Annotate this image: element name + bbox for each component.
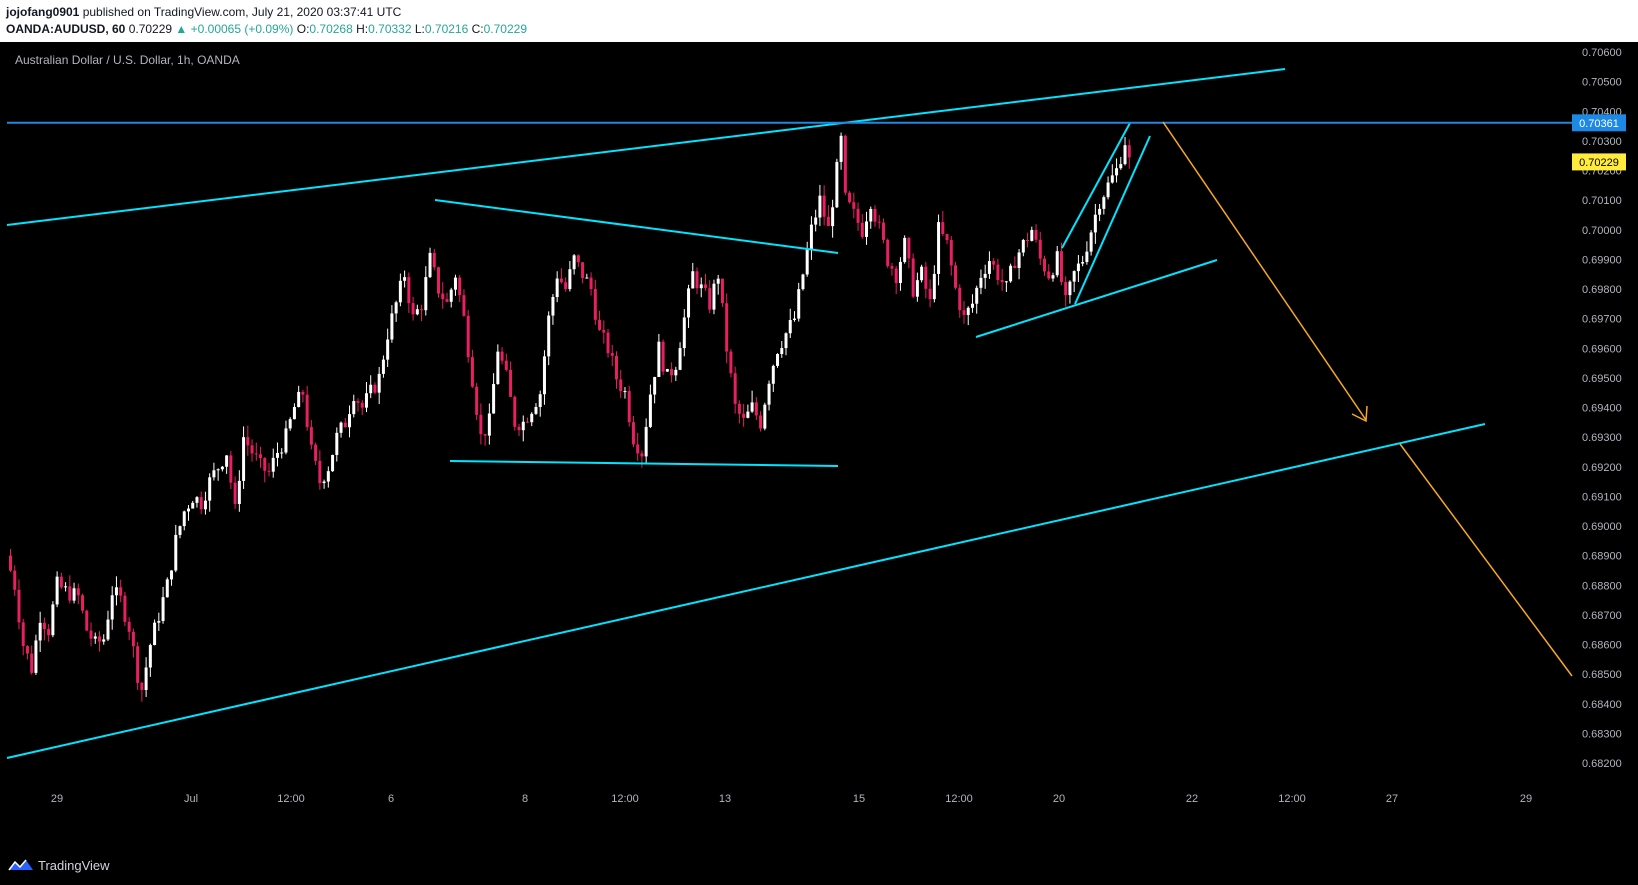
candle	[801, 273, 805, 291]
low-value: 0.70216	[424, 22, 469, 36]
candle	[136, 641, 140, 690]
y-tick-label: 0.69600	[1582, 343, 1622, 355]
x-tick-label: 12:00	[277, 793, 305, 805]
y-tick-label: 0.69800	[1582, 284, 1622, 296]
candle	[123, 591, 127, 627]
candle	[81, 593, 85, 614]
open-value: 0.70268	[309, 22, 353, 36]
price-change: ▲ +0.00065 (+0.09%)	[175, 22, 294, 36]
y-tick-label: 0.68300	[1582, 728, 1622, 740]
x-tick-label: 22	[1186, 793, 1198, 805]
candle	[51, 601, 55, 638]
x-tick-label: 13	[719, 793, 731, 805]
y-tick-label: 0.68700	[1582, 610, 1622, 622]
y-tick-label: 0.70600	[1582, 47, 1622, 59]
y-tick-label: 0.70000	[1582, 225, 1622, 237]
y-tick-label: 0.69400	[1582, 403, 1622, 415]
x-tick-label: Jul	[184, 793, 198, 805]
candle	[85, 609, 89, 632]
x-tick-label: 20	[1053, 793, 1065, 805]
author-name[interactable]: jojofang0901	[6, 5, 79, 19]
y-tick-label: 0.68400	[1582, 699, 1622, 711]
current-price-label: 0.70229	[1572, 153, 1626, 171]
y-tick-label: 0.68200	[1582, 758, 1622, 770]
y-tick-label: 0.69300	[1582, 432, 1622, 444]
y-tick-label: 0.69700	[1582, 314, 1622, 326]
candle	[763, 402, 767, 431]
close-label: C:	[471, 22, 484, 36]
chart-area[interactable]: 29 Jul 12:00 6 8 12:00 13 15 12:00 20 22 12:00 27 29 …	[0, 42, 1638, 847]
hline-price-label: 0.70361	[1572, 114, 1626, 132]
brand-text: TradingView	[38, 857, 110, 873]
candle	[627, 385, 631, 427]
candle	[437, 266, 441, 298]
candle	[886, 238, 890, 269]
candle	[165, 577, 169, 598]
x-tick-label: 12:00	[611, 793, 639, 805]
candle	[34, 634, 38, 675]
x-tick-label: 29	[1520, 793, 1532, 805]
y-tick-label: 0.69100	[1582, 491, 1622, 503]
candle	[843, 134, 847, 196]
chart-title: Australian Dollar / U.S. Dollar, 1h, OAN…	[15, 53, 240, 67]
x-tick-label: 15	[853, 793, 865, 805]
chart-svg[interactable]: 29 Jul 12:00 6 8 12:00 13 15 12:00 20 22 12:00 27 29 …	[0, 42, 1638, 847]
y-tick-label: 0.69500	[1582, 373, 1622, 385]
candle	[911, 253, 915, 299]
candle	[661, 339, 665, 376]
x-tick-label: 12:00	[1278, 793, 1306, 805]
header: jojofang0901 published on TradingView.co…	[0, 0, 1638, 42]
y-tick-label: 0.69000	[1582, 521, 1622, 533]
symbol-name: OANDA:AUDUSD, 60	[6, 22, 126, 36]
candle	[720, 278, 724, 307]
candle	[848, 191, 852, 204]
x-tick-label: 27	[1386, 793, 1398, 805]
last-price: 0.70229	[128, 22, 173, 36]
publish-info: jojofang0901 published on TradingView.co…	[6, 5, 401, 19]
symbol-info: OANDA:AUDUSD, 60 0.70229 ▲ +0.00065 (+0.…	[6, 22, 527, 36]
x-tick-label: 12:00	[945, 793, 973, 805]
candle	[466, 309, 470, 363]
candle	[729, 349, 733, 378]
x-tick-label: 8	[522, 793, 528, 805]
candle	[903, 235, 907, 264]
y-tick-label: 0.68900	[1582, 551, 1622, 563]
candle	[665, 368, 669, 372]
y-tick-label: 0.70300	[1582, 136, 1622, 148]
published-text: published on TradingView.com, July 21, 2…	[82, 5, 402, 19]
high-label: H:	[356, 22, 369, 36]
candle	[776, 353, 780, 368]
candle	[153, 619, 157, 646]
hline-price-text: 0.70361	[1579, 118, 1619, 130]
candle	[835, 158, 839, 208]
x-tick-label: 6	[388, 793, 394, 805]
y-tick-label: 0.69200	[1582, 462, 1622, 474]
close-value: 0.70229	[483, 22, 528, 36]
candle	[954, 261, 958, 290]
y-tick-label: 0.68600	[1582, 640, 1622, 652]
low-label: L:	[414, 22, 425, 36]
high-value: 0.70332	[368, 22, 412, 36]
current-price-text: 0.70229	[1579, 157, 1619, 169]
candle	[55, 571, 59, 608]
candle	[1009, 263, 1013, 283]
footer: TradingView	[0, 847, 1638, 885]
candle	[920, 264, 924, 283]
y-tick-label: 0.70100	[1582, 195, 1622, 207]
candle	[712, 279, 716, 315]
y-tick-label: 0.68500	[1582, 669, 1622, 681]
candle	[513, 395, 517, 431]
y-tick-label: 0.70500	[1582, 77, 1622, 89]
open-label: O:	[296, 22, 310, 36]
tradingview-brand[interactable]: TradingView	[8, 857, 110, 873]
tradingview-logo-icon	[8, 859, 33, 871]
y-tick-label: 0.69900	[1582, 254, 1622, 266]
y-tick-label: 0.68800	[1582, 580, 1622, 592]
candle	[475, 383, 479, 420]
candle	[331, 454, 335, 472]
x-tick-label: 29	[51, 793, 63, 805]
